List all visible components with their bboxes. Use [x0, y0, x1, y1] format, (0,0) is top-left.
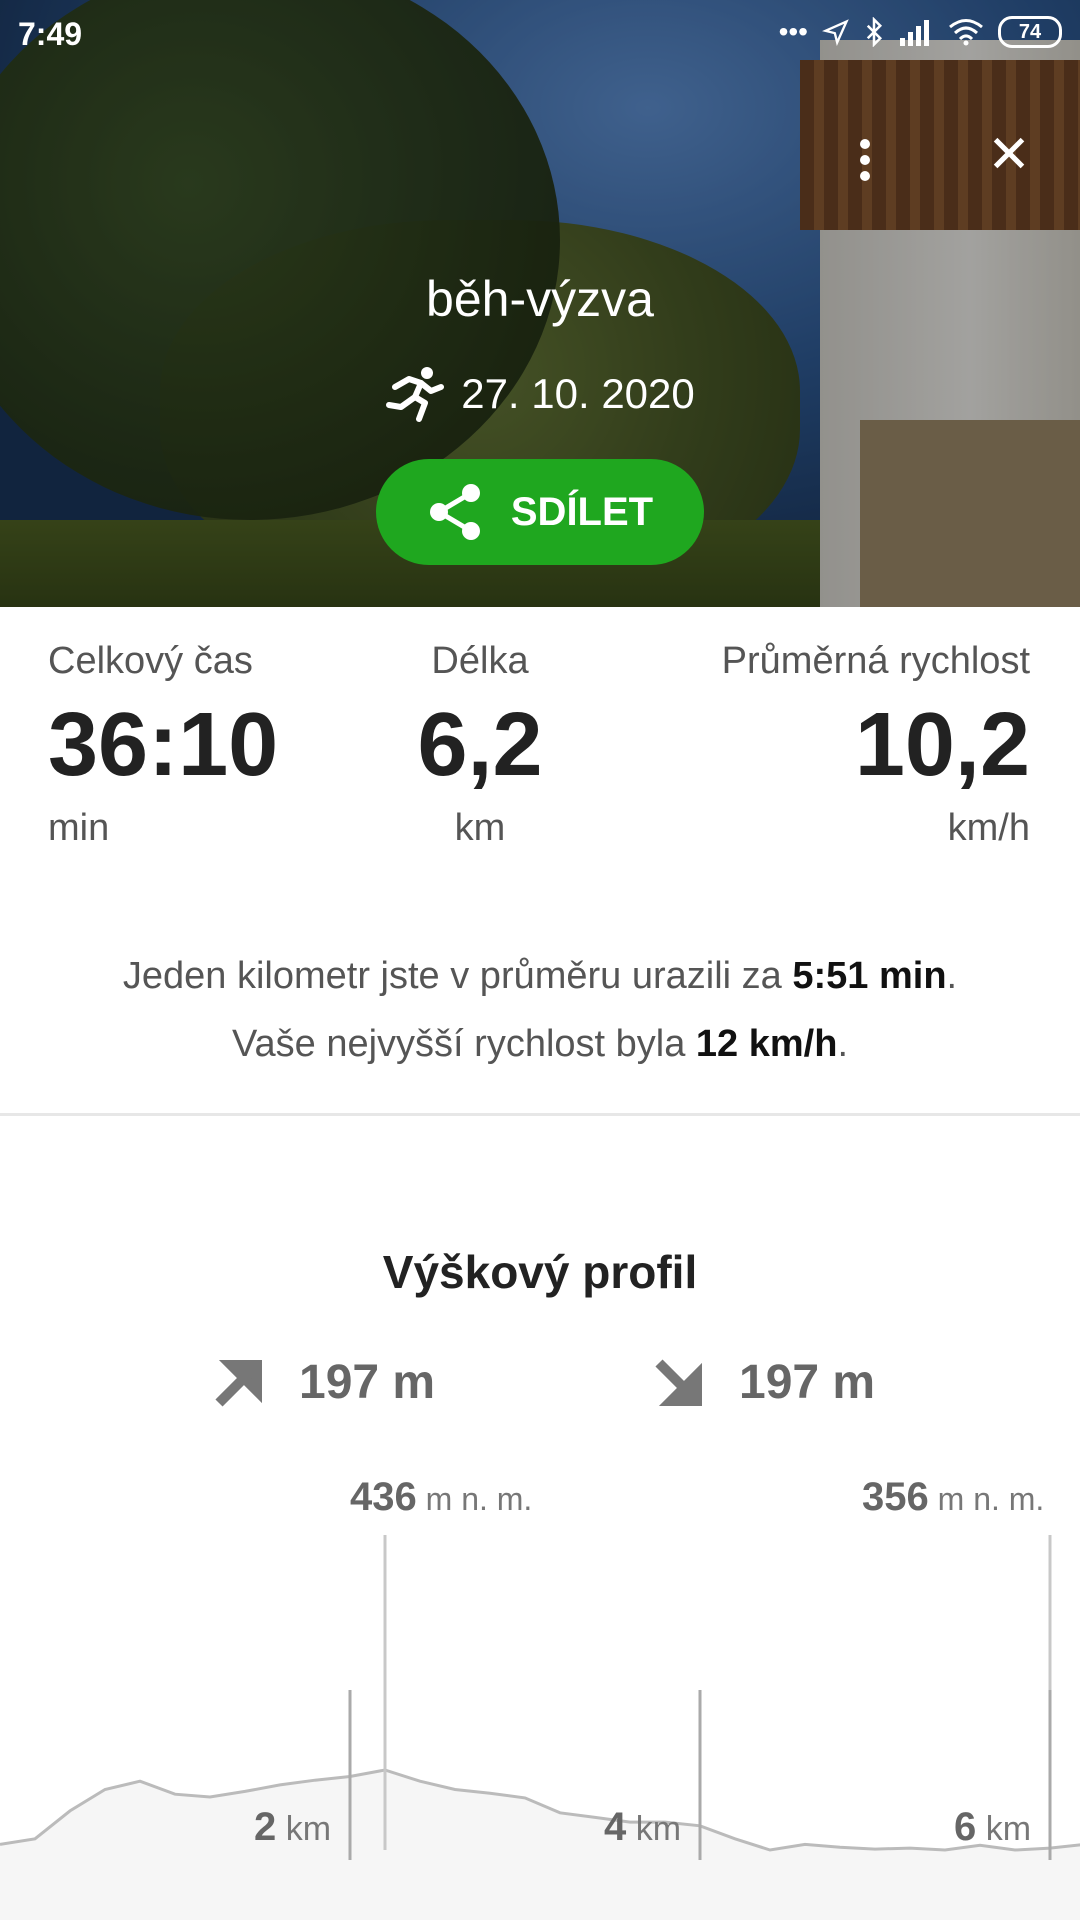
activity-date-row: 27. 10. 2020	[0, 365, 1080, 423]
stat-value: 10,2	[854, 695, 1030, 795]
distance-value: 4	[604, 1805, 627, 1849]
max-elevation-label: 436 m n. m.	[350, 1475, 532, 1520]
status-icons: ••• 74	[779, 16, 1062, 48]
activity-date: 27. 10. 2020	[461, 370, 695, 417]
distance-value: 2	[254, 1805, 277, 1849]
descent-value: 197 m	[739, 1356, 876, 1409]
distance-value: 6	[954, 1805, 977, 1849]
status-time: 7:49	[18, 16, 83, 52]
elevation-area	[0, 1770, 1080, 1920]
elevation-unit: m n. m.	[425, 1481, 533, 1517]
stat-total-time: Celkový čas 36:10 min	[48, 640, 278, 850]
stat-distance: Délka 6,2 km	[380, 640, 580, 850]
bluetooth-icon	[866, 17, 883, 47]
elevation-unit: m n. m.	[937, 1481, 1045, 1517]
stat-label: Průměrná rychlost	[721, 640, 1030, 682]
distance-unit: km	[285, 1810, 332, 1848]
top-speed-suffix: .	[837, 1023, 849, 1065]
wifi-icon	[949, 19, 983, 46]
ascent-value: 197 m	[299, 1356, 436, 1409]
signal-icon	[900, 20, 929, 46]
arrow-down-right-icon	[655, 1358, 702, 1406]
distance-label: 2 km	[254, 1805, 331, 1850]
stat-value: 6,2	[417, 695, 543, 795]
more-notifications-icon: •••	[778, 16, 808, 47]
stat-unit: min	[48, 807, 110, 849]
battery-icon: 74	[998, 16, 1062, 48]
descent: 197 m	[653, 1355, 875, 1410]
status-bar: 7:49 ••• 74	[0, 0, 1080, 70]
activity-title: běh-výzva	[426, 271, 654, 327]
top-speed-sentence: Vaše nejvyšší rychlost byla 12 km/h.	[0, 1010, 1080, 1078]
stat-unit: km/h	[947, 807, 1030, 849]
arrow-up-right-icon	[215, 1359, 262, 1407]
pace-value: 5:51 min	[792, 955, 947, 997]
end-elevation-value: 356	[862, 1475, 929, 1519]
summary-text: Jeden kilometr jste v průměru urazili za…	[0, 942, 1080, 1078]
pace-suffix: .	[946, 955, 958, 997]
pace-text: Jeden kilometr jste v průměru urazili za	[122, 955, 793, 997]
distance-label: 4 km	[604, 1805, 681, 1850]
share-label: SDÍLET	[510, 489, 654, 534]
max-elevation-value: 436	[350, 1475, 417, 1519]
distance-unit: km	[635, 1810, 682, 1848]
stat-label: Celkový čas	[48, 640, 253, 682]
top-speed-value: 12 km/h	[695, 1023, 838, 1065]
stat-value: 36:10	[48, 695, 279, 795]
running-icon	[386, 367, 445, 422]
stat-label: Délka	[431, 640, 529, 682]
ascent: 197 m	[213, 1355, 435, 1410]
divider	[0, 1113, 1080, 1116]
share-icon	[429, 484, 480, 540]
stat-average-speed: Průměrná rychlost 10,2 km/h	[722, 640, 1030, 850]
distance-unit: km	[985, 1810, 1032, 1848]
stat-unit: km	[454, 807, 506, 849]
end-elevation-label: 356 m n. m.	[862, 1475, 1044, 1520]
location-icon	[822, 19, 849, 46]
more-options-button[interactable]	[845, 130, 885, 190]
close-icon[interactable]: ✕	[984, 129, 1034, 181]
elevation-profile-title: Výškový profil	[382, 1246, 698, 1298]
distance-label: 6 km	[954, 1805, 1031, 1850]
share-button[interactable]: SDÍLET	[376, 459, 704, 565]
elevation-chart	[0, 1535, 1080, 1920]
top-speed-text: Vaše nejvyšší rychlost byla	[231, 1023, 696, 1065]
pace-sentence: Jeden kilometr jste v průměru urazili za…	[0, 942, 1080, 1010]
